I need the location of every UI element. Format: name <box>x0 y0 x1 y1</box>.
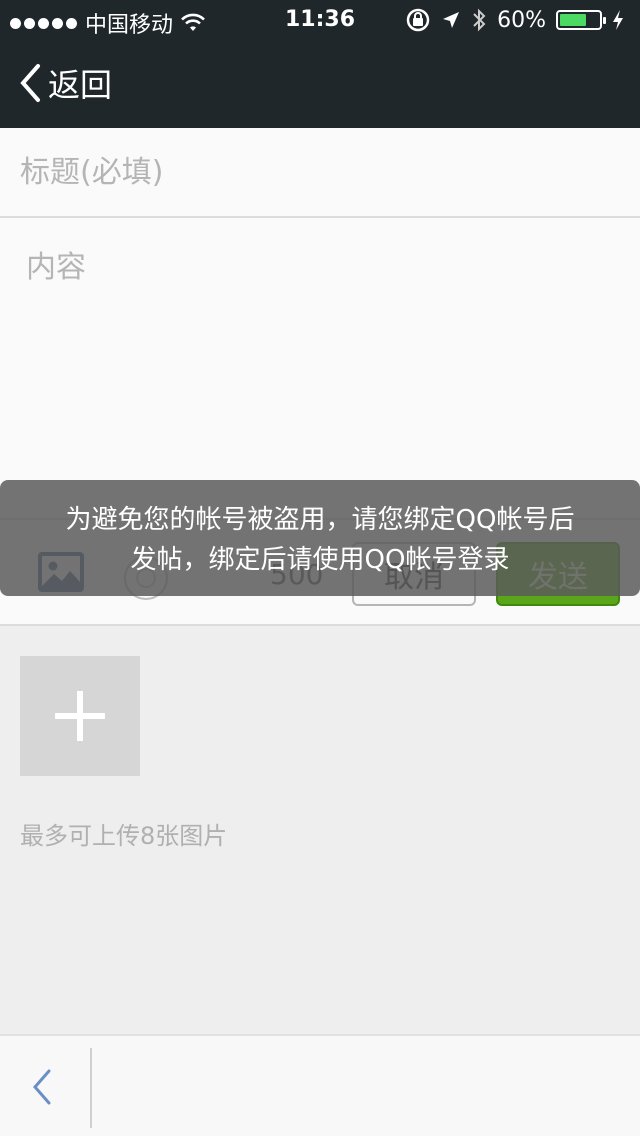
battery-percent: 60% <box>497 7 546 33</box>
nav-bar: 返回 <box>0 40 640 128</box>
content-field <box>0 218 640 518</box>
rotation-lock-icon <box>406 8 430 32</box>
title-field <box>0 128 640 218</box>
back-label: 返回 <box>48 66 113 104</box>
bluetooth-icon <box>473 8 486 32</box>
chevron-left-icon <box>33 1069 51 1105</box>
toast-line-2: 发帖，绑定后请使用QQ帐号登录 <box>130 545 510 575</box>
bottom-toolbar <box>0 1034 640 1136</box>
charging-icon <box>613 10 623 30</box>
divider <box>90 1048 92 1128</box>
title-input[interactable] <box>0 128 640 216</box>
back-button[interactable]: 返回 <box>18 60 112 106</box>
toast-line-1: 为避免您的帐号被盗用，请您绑定QQ帐号后 <box>65 505 575 535</box>
bottom-back-button[interactable] <box>30 1068 52 1110</box>
chevron-left-icon <box>20 64 40 102</box>
bind-qq-toast: 为避免您的帐号被盗用，请您绑定QQ帐号后 发帖，绑定后请使用QQ帐号登录 <box>0 480 640 596</box>
location-icon <box>443 12 460 28</box>
status-bar: 中国移动 11:36 60% <box>0 0 640 40</box>
upload-hint: 最多可上传8张图片 <box>20 822 228 850</box>
status-right: 60% <box>405 7 624 33</box>
battery-icon <box>556 10 606 30</box>
content-input[interactable] <box>0 218 640 508</box>
add-photo-button[interactable] <box>20 656 140 776</box>
